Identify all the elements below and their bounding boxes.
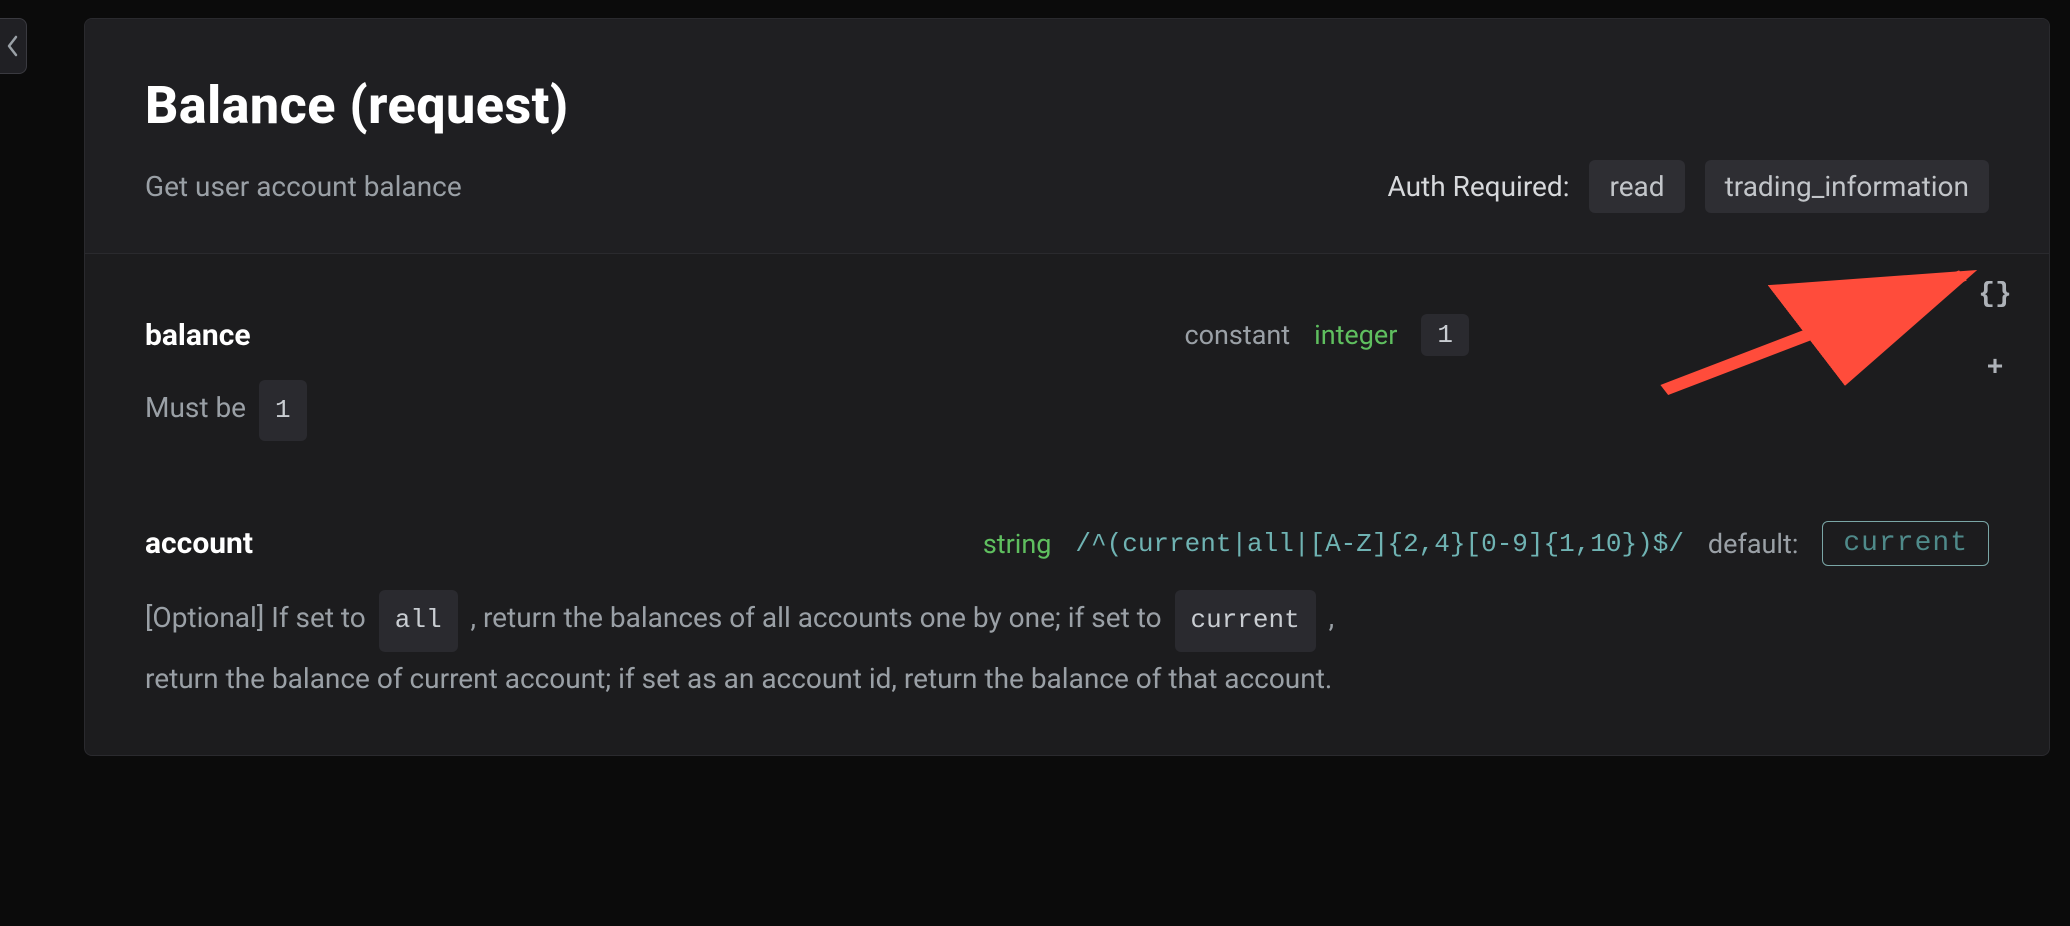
field-account-chip-all: all [379, 590, 458, 651]
panel-body: {} + balance constant integer 1 Must be … [85, 254, 2049, 755]
field-account: account string /^(current|all|[A-Z]{2,4}… [145, 521, 1989, 705]
field-balance-type: constant integer 1 [1184, 314, 1469, 356]
field-account-default-label: default: [1708, 528, 1798, 560]
panel-toolbar: {} + [1975, 274, 2015, 388]
field-account-chip-current: current [1175, 590, 1316, 651]
field-account-type-keyword: string [983, 528, 1052, 560]
auth-scope-read[interactable]: read [1589, 160, 1684, 213]
field-balance-constant-label: constant [1184, 319, 1290, 351]
auth-required-label: Auth Required: [1387, 170, 1569, 203]
field-balance-desc-chip: 1 [259, 380, 307, 441]
sidebar-sliver [0, 0, 30, 926]
auth-required: Auth Required: read trading_information [1387, 160, 1989, 213]
plus-icon[interactable]: + [1975, 348, 2015, 388]
field-balance-type-keyword: integer [1314, 319, 1397, 351]
field-account-desc: [Optional] If set to all , return the ba… [145, 590, 1989, 705]
field-balance-row: balance constant integer 1 [145, 314, 1989, 356]
field-balance-constant-value: 1 [1421, 314, 1469, 356]
field-account-desc-p1: [Optional] If set to [145, 601, 366, 634]
field-balance-name: balance [145, 318, 1144, 353]
field-balance-desc-prefix: Must be [145, 391, 246, 424]
field-account-name: account [145, 526, 943, 561]
field-account-row: account string /^(current|all|[A-Z]{2,4}… [145, 521, 1989, 566]
field-account-desc-p4: return the balance of current account; i… [145, 662, 1332, 695]
field-balance: balance constant integer 1 Must be 1 [145, 314, 1989, 441]
braces-icon[interactable]: {} [1975, 274, 2015, 314]
field-account-type: string /^(current|all|[A-Z]{2,4}[0-9]{1,… [983, 521, 1989, 566]
app-frame: Balance (request) Get user account balan… [0, 0, 2070, 926]
field-account-desc-p2: , return the balances of all accounts on… [471, 601, 1162, 634]
schema-panel: Balance (request) Get user account balan… [84, 18, 2050, 756]
field-account-desc-p3: , [1329, 601, 1335, 634]
page-subtitle: Get user account balance [145, 170, 462, 203]
field-balance-desc: Must be 1 [145, 380, 1989, 441]
auth-scope-trading-information[interactable]: trading_information [1705, 160, 1989, 213]
panel-header: Balance (request) Get user account balan… [85, 19, 2049, 254]
sidebar-collapse-handle[interactable] [0, 18, 27, 74]
field-account-default-value[interactable]: current [1822, 521, 1989, 566]
field-account-pattern: /^(current|all|[A-Z]{2,4}[0-9]{1,10})$/ [1075, 529, 1684, 559]
page-title: Balance (request) [145, 75, 1989, 136]
chevron-left-icon [6, 35, 20, 57]
header-row: Get user account balance Auth Required: … [145, 160, 1989, 213]
